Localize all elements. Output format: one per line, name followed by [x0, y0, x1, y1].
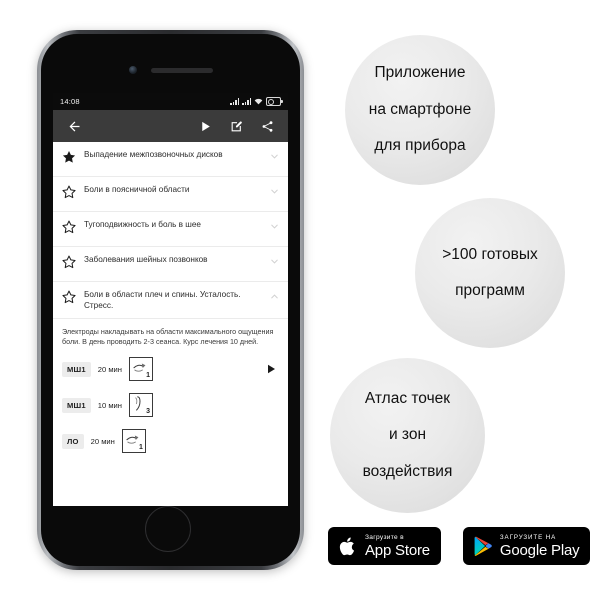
- battery-icon: [266, 97, 283, 106]
- google-play-icon: [472, 534, 494, 558]
- program-duration: 20 мин: [90, 436, 115, 446]
- bubble-line: воздействия: [362, 462, 453, 480]
- program-code: ЛО: [62, 433, 84, 449]
- signal-icon: [242, 98, 251, 105]
- home-button[interactable]: [145, 506, 191, 552]
- list-item-label: Тугоподвижность и боль в шее: [84, 220, 201, 229]
- chevron-down-icon[interactable]: [269, 151, 280, 162]
- star-outline-icon[interactable]: [62, 255, 76, 269]
- google-play-badge-title: Google Play: [499, 541, 580, 559]
- treatment-description: Электроды накладывать на области максима…: [62, 327, 274, 346]
- feature-bubble-programs: >100 готовых программ: [415, 198, 565, 348]
- program-code: МШ1: [62, 361, 91, 377]
- play-icon[interactable]: [263, 361, 279, 377]
- list-item[interactable]: Тугоподвижность и боль в шее: [53, 212, 288, 247]
- feature-bubble-text: >100 готовых программ: [422, 246, 557, 301]
- program-row[interactable]: МШ1 20 мин 1: [53, 351, 288, 387]
- store-badges: Загрузите в App Store ЗАГРУЗИТЕ НА Googl…: [328, 527, 591, 565]
- list-item-label: Выпадение межпозвоночных дисков: [84, 150, 223, 159]
- thumbnail-number: 3: [146, 408, 150, 415]
- list-item-label: Боли в поясничной области: [84, 185, 190, 194]
- star-outline-icon[interactable]: [62, 185, 76, 199]
- bubble-line: программ: [455, 282, 525, 300]
- google-play-badge[interactable]: ЗАГРУЗИТЕ НА Google Play: [462, 527, 591, 565]
- list-item[interactable]: Выпадение межпозвоночных дисков: [53, 142, 288, 177]
- feature-bubble-atlas: Атлас точек и зон воздействия: [330, 358, 485, 513]
- app-store-badge-small: Загрузите в: [365, 533, 404, 541]
- google-play-badge-small: ЗАГРУЗИТЕ НА: [499, 533, 557, 541]
- feature-bubble-app: Приложение на смартфоне для прибора: [345, 35, 495, 185]
- phone-screen: 14:08 Выпадение межпозвоночных дисков Бо…: [53, 93, 288, 506]
- star-outline-icon[interactable]: [62, 290, 76, 304]
- list-item[interactable]: Заболевания шейных позвонков: [53, 247, 288, 282]
- chevron-down-icon[interactable]: [269, 186, 280, 197]
- bubble-line: >100 готовых: [442, 245, 538, 263]
- arrow-back-icon[interactable]: [63, 115, 85, 137]
- app-store-badge-title: App Store: [365, 541, 430, 559]
- app-store-badge[interactable]: Загрузите в App Store: [328, 527, 441, 565]
- edit-icon[interactable]: [225, 115, 247, 137]
- program-code: МШ1: [62, 397, 91, 413]
- bubble-line: для прибора: [374, 137, 466, 155]
- program-duration: 10 мин: [97, 400, 122, 410]
- wifi-icon: [254, 98, 263, 105]
- feature-bubble-text: Атлас точек и зон воздействия: [343, 390, 473, 481]
- bubble-line: и зон: [388, 426, 427, 444]
- share-icon[interactable]: [256, 115, 278, 137]
- apple-logo-icon: [337, 534, 359, 558]
- phone-body: 14:08 Выпадение межпозвоночных дисков Бо…: [41, 34, 300, 566]
- app-toolbar: [53, 110, 288, 142]
- status-bar-icons: [230, 97, 283, 106]
- phone-mockup: 14:08 Выпадение межпозвоночных дисков Бо…: [37, 30, 304, 570]
- list-item-label: Боли в области плеч и спины. Усталость. …: [84, 290, 241, 310]
- star-filled-icon[interactable]: [62, 150, 76, 164]
- thumbnail-number: 1: [138, 444, 143, 451]
- program-duration: 20 мин: [97, 364, 122, 374]
- bubble-line: Атлас точек: [364, 389, 451, 407]
- earpiece-speaker: [151, 68, 213, 73]
- condition-list: Выпадение межпозвоночных дисков Боли в п…: [53, 142, 288, 319]
- star-outline-icon[interactable]: [62, 220, 76, 234]
- program-row[interactable]: МШ1 10 мин 3: [53, 387, 288, 423]
- status-bar-time: 14:08: [60, 97, 80, 106]
- electrode-placement-thumbnail[interactable]: 1: [121, 429, 146, 453]
- feature-bubble-text: Приложение на смартфоне для прибора: [349, 64, 491, 155]
- list-item-label: Заболевания шейных позвонков: [84, 255, 208, 264]
- app-store-badge-text: Загрузите в App Store: [365, 534, 430, 559]
- bubble-line: на смартфоне: [368, 100, 472, 118]
- bubble-line: Приложение: [374, 64, 466, 82]
- electrode-placement-thumbnail[interactable]: 1: [129, 357, 153, 381]
- thumbnail-number: 1: [146, 372, 150, 379]
- chevron-down-icon[interactable]: [269, 256, 280, 267]
- front-camera-icon: [129, 66, 137, 74]
- electrode-placement-thumbnail[interactable]: 3: [129, 393, 153, 417]
- list-item-expanded[interactable]: Боли в области плеч и спины. Усталость. …: [53, 282, 288, 319]
- chevron-down-icon[interactable]: [269, 221, 280, 232]
- list-item[interactable]: Боли в поясничной области: [53, 177, 288, 212]
- google-play-badge-text: ЗАГРУЗИТЕ НА Google Play: [500, 534, 580, 559]
- status-bar: 14:08: [53, 93, 288, 110]
- program-row[interactable]: ЛО 20 мин 1: [53, 423, 288, 459]
- promo-canvas: 14:08 Выпадение межпозвоночных дисков Бо…: [0, 0, 600, 600]
- chevron-up-icon[interactable]: [269, 291, 280, 302]
- signal-icon: [230, 98, 239, 105]
- play-icon[interactable]: [194, 115, 216, 137]
